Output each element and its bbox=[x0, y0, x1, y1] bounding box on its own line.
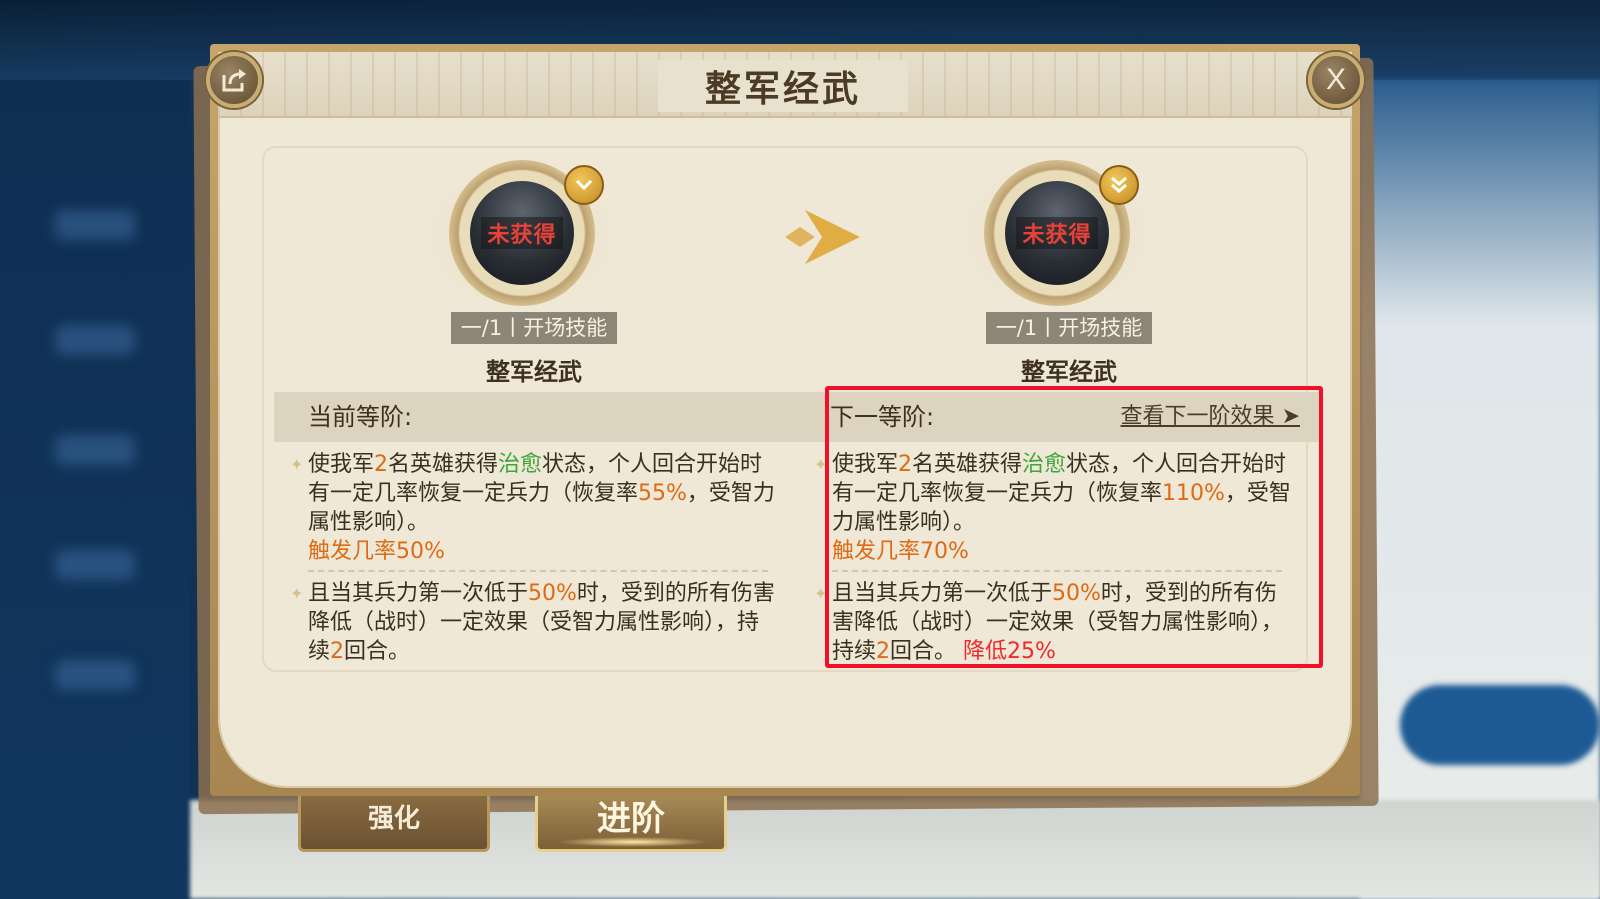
damage-reduction-annotation: 降低25% bbox=[963, 639, 1056, 664]
heal-rate: 55% bbox=[638, 481, 687, 506]
background-button bbox=[1400, 685, 1600, 765]
current-effect-2: ✦ 且当其兵力第一次低于50%时，受到的所有伤害降低（战时）一定效果（受智力属性… bbox=[290, 579, 778, 666]
bullet-icon: ✦ bbox=[814, 455, 828, 474]
background-sidebar-item bbox=[55, 435, 135, 465]
skill-status: 未获得 bbox=[481, 217, 563, 249]
trigger-chance: 触发几率70% bbox=[832, 539, 969, 564]
share-button[interactable] bbox=[206, 52, 262, 108]
text: 名英雄获得 bbox=[388, 452, 499, 477]
trigger-chance: 触发几率50% bbox=[308, 539, 445, 564]
next-effect-2: ✦ 且当其兵力第一次低于50%时，受到的所有伤害降低（战时）一定效果（受智力属性… bbox=[814, 579, 1292, 666]
text: 名英雄获得 bbox=[912, 452, 1023, 477]
text: 且当其兵力第一次低于 bbox=[308, 581, 529, 606]
title-plate: 整军经武 bbox=[658, 60, 908, 112]
hero-count: 2 bbox=[374, 452, 389, 477]
troop-threshold: 50% bbox=[528, 581, 577, 606]
skill-advance-dialog: 整军经武 未获得 一/1丨开场技能 整军经武 未获得 一/1丨开场技能 整军经武… bbox=[206, 44, 1364, 796]
arrow-right-small-icon: ➤ bbox=[1281, 404, 1300, 429]
double-chevron-down-icon bbox=[1099, 165, 1139, 205]
share-icon bbox=[222, 69, 246, 92]
view-next-tier-link[interactable]: 查看下一阶效果 ➤ bbox=[1121, 392, 1300, 442]
skill-tag: 一/1丨开场技能 bbox=[986, 312, 1152, 344]
background-right-panel bbox=[1360, 80, 1600, 899]
next-tier-label: 下一等阶: bbox=[830, 403, 935, 431]
skill-icon: 未获得 bbox=[1005, 181, 1109, 285]
divider bbox=[832, 570, 1282, 572]
heal-status: 治愈 bbox=[498, 452, 543, 477]
bullet-icon: ✦ bbox=[290, 455, 304, 474]
tab-advance[interactable]: 进阶 bbox=[535, 796, 727, 852]
title-bar: 整军经武 bbox=[218, 52, 1352, 118]
active-tab-glow bbox=[558, 837, 708, 847]
tab-strengthen[interactable]: 强化 bbox=[298, 796, 490, 852]
next-effect-1: ✦ 使我军2名英雄获得治愈状态，个人回合开始时有一定几率恢复一定兵力（恢复率11… bbox=[814, 450, 1292, 566]
background-sidebar-item bbox=[55, 325, 135, 355]
tab-strengthen-label: 强化 bbox=[367, 804, 420, 834]
background-sidebar bbox=[0, 80, 190, 899]
dialog-title: 整军经武 bbox=[704, 69, 861, 110]
text: 使我军 bbox=[832, 452, 899, 477]
bullet-icon: ✦ bbox=[814, 584, 828, 603]
close-icon: X bbox=[1325, 63, 1346, 96]
bullet-icon: ✦ bbox=[290, 584, 304, 603]
heal-rate: 110% bbox=[1162, 481, 1225, 506]
skill-icon: 未获得 bbox=[470, 181, 574, 285]
chevron-down-icon bbox=[564, 165, 604, 205]
text: 使我军 bbox=[308, 452, 375, 477]
background-sidebar-item bbox=[55, 210, 135, 240]
skill-name: 整军经武 bbox=[1021, 358, 1117, 386]
tab-advance-label: 进阶 bbox=[597, 799, 665, 839]
troop-threshold: 50% bbox=[1052, 581, 1101, 606]
dialog-body: 整军经武 未获得 一/1丨开场技能 整军经武 未获得 一/1丨开场技能 整军经武… bbox=[218, 52, 1352, 788]
next-tier-heading: 下一等阶: 查看下一阶效果 ➤ bbox=[830, 392, 1320, 442]
current-tier-heading: 当前等阶: bbox=[274, 392, 830, 442]
heal-status: 治愈 bbox=[1022, 452, 1067, 477]
text: 且当其兵力第一次低于 bbox=[832, 581, 1053, 606]
view-next-tier-text: 查看下一阶效果 bbox=[1120, 404, 1275, 429]
current-tier-label: 当前等阶: bbox=[308, 403, 413, 431]
text: 回合。 bbox=[344, 639, 411, 664]
divider bbox=[308, 570, 768, 572]
current-effect-1: ✦ 使我军2名英雄获得治愈状态，个人回合开始时有一定几率恢复一定兵力（恢复率55… bbox=[290, 450, 778, 566]
hero-count: 2 bbox=[898, 452, 913, 477]
skill-status: 未获得 bbox=[1016, 217, 1098, 249]
duration-rounds: 2 bbox=[330, 639, 345, 664]
arrow-right-icon bbox=[730, 210, 860, 264]
skill-tag: 一/1丨开场技能 bbox=[451, 312, 617, 344]
duration-rounds: 2 bbox=[876, 639, 891, 664]
text: 回合。 bbox=[890, 639, 957, 664]
close-button[interactable]: X bbox=[1308, 52, 1364, 108]
background-sidebar-item bbox=[55, 550, 135, 580]
skill-name: 整军经武 bbox=[486, 358, 582, 386]
background-sidebar-item bbox=[55, 660, 135, 690]
